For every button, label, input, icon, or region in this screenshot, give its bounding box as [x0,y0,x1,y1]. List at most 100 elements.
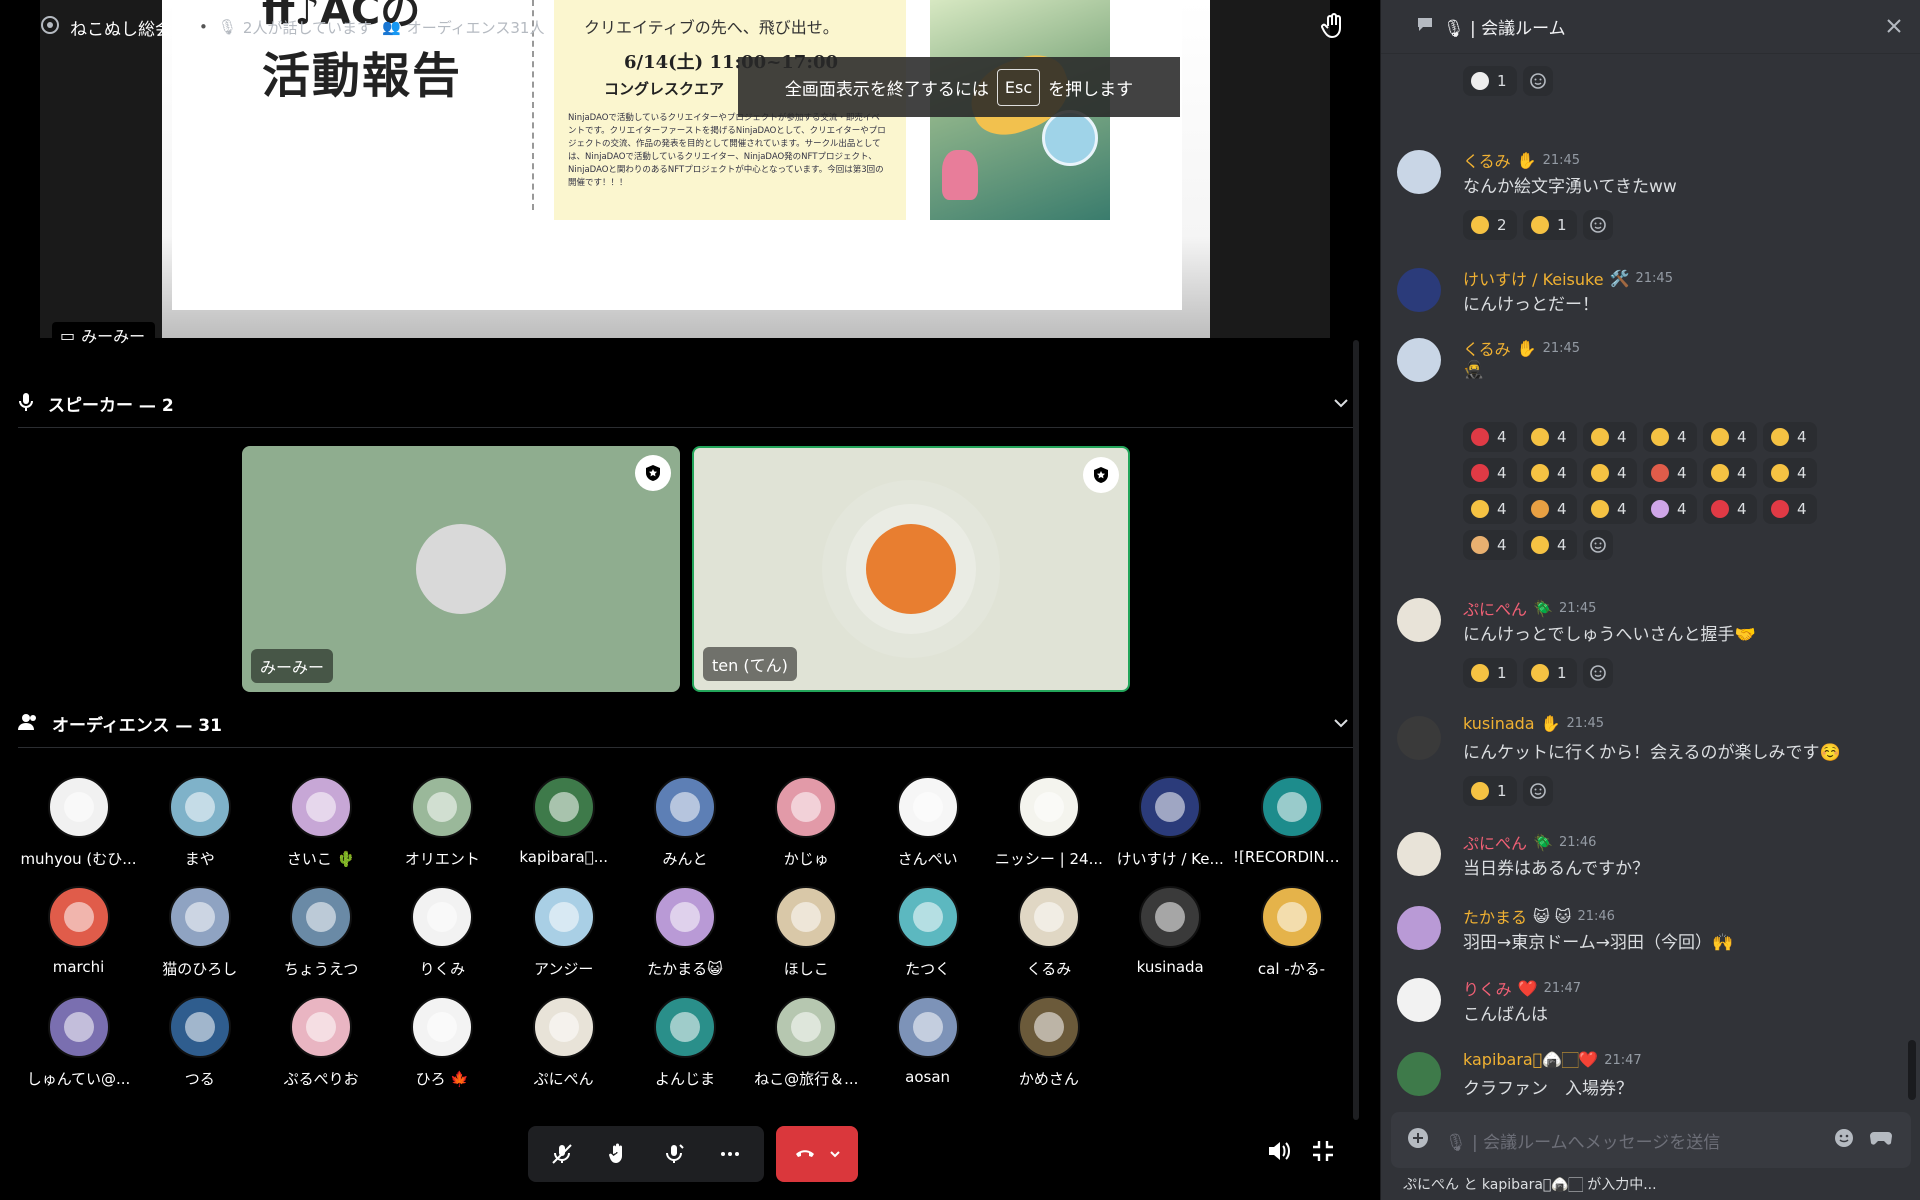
chat-scrollbar[interactable] [1908,1040,1916,1100]
screen-share[interactable]: ff♪ACの 活動報告 クリエイティブの先へ、飛び出せ。 6/14(土) 11:… [40,0,1330,338]
reaction-button[interactable]: 4 [1703,458,1757,488]
audience-member[interactable]: 猫のひろし [139,886,260,979]
audience-member[interactable]: marchi [18,886,139,976]
user-avatar[interactable] [1397,978,1441,1022]
audience-section-header[interactable]: オーディエンス — 31 [18,700,1358,748]
user-avatar[interactable] [1397,832,1441,876]
reaction-button[interactable]: 4 [1463,422,1517,452]
audience-member[interactable]: かめさん [988,996,1109,1089]
audience-member[interactable]: みんと [625,776,746,869]
username[interactable]: けいすけ / Keisuke [1463,266,1604,290]
emoji-picker-icon[interactable] [1833,1127,1855,1153]
volume-icon[interactable] [1266,1138,1292,1168]
close-icon[interactable] [1884,16,1904,41]
audience-member[interactable]: まや [139,776,260,869]
username[interactable]: たかまる [1463,904,1527,928]
leave-call-button[interactable] [776,1126,858,1182]
audience-member[interactable]: ぷるぺりお [261,996,382,1089]
reaction-button[interactable]: 4 [1763,458,1817,488]
reaction-button[interactable]: 4 [1523,422,1577,452]
reaction-button[interactable]: 4 [1703,422,1757,452]
user-avatar[interactable] [1397,598,1441,642]
audience-member[interactable]: kusinada [1110,886,1231,976]
reaction-button[interactable]: 1 [1523,658,1577,688]
user-avatar[interactable] [1397,906,1441,950]
reaction-button[interactable]: 1 [1463,66,1517,96]
chevron-down-icon[interactable] [1332,714,1350,736]
username[interactable]: ぷにぺん [1463,596,1527,620]
speaker-tile[interactable]: ten (てん) [692,446,1130,692]
username[interactable]: りくみ [1463,976,1512,1000]
audience-member[interactable]: ニッシー | 24... [988,776,1109,869]
message-input[interactable]: 🎙 | 会議ルームへメッセージを送信 [1391,1112,1911,1168]
speaker-tile[interactable]: みーみー [242,446,680,692]
reaction-button[interactable]: 4 [1463,458,1517,488]
reaction-button[interactable]: 4 [1523,458,1577,488]
username[interactable]: kusinada [1463,714,1535,733]
add-reaction-icon[interactable] [1583,530,1613,560]
gamepad-icon[interactable] [1869,1127,1893,1153]
audience-member[interactable]: ![RECORDING... [1231,776,1352,866]
audience-member[interactable]: ねこ@旅行＆... [746,996,867,1089]
audience-member[interactable]: けいすけ / Ke... [1110,776,1231,869]
reaction-button[interactable]: 4 [1763,494,1817,524]
user-avatar[interactable] [1397,150,1441,194]
reaction-button[interactable]: 4 [1703,494,1757,524]
audience-member[interactable]: オリエント [382,776,503,869]
reaction-button[interactable]: 1 [1523,210,1577,240]
reaction-button[interactable]: 1 [1463,776,1517,806]
raise-hand-icon[interactable] [1320,12,1348,44]
audience-member[interactable]: かじゅ [746,776,867,869]
exit-fullscreen-icon[interactable] [1310,1138,1336,1168]
reaction-button[interactable]: 4 [1643,422,1697,452]
stage-scrollbar[interactable] [1353,340,1359,1120]
user-avatar[interactable] [1397,268,1441,312]
audience-member[interactable]: muhyou (むひ... [18,776,139,869]
add-attachment-icon[interactable] [1407,1127,1429,1153]
reaction-button[interactable]: 4 [1463,494,1517,524]
audience-member[interactable]: cal -かる- [1231,886,1352,979]
audience-member[interactable]: つる [139,996,260,1089]
reaction-button[interactable]: 4 [1583,458,1637,488]
reaction-button[interactable]: 4 [1583,494,1637,524]
audience-member[interactable]: aosan [867,996,988,1086]
audience-member[interactable]: ほしこ [746,886,867,979]
audience-member[interactable]: アンジー [503,886,624,979]
add-reaction-icon[interactable] [1583,210,1613,240]
username[interactable]: ぷにぺん [1463,830,1527,854]
add-reaction-icon[interactable] [1523,66,1553,96]
raise-hand-button[interactable] [592,1130,644,1178]
audience-member[interactable]: ひろ 🍁 [382,996,503,1089]
audience-member[interactable]: よんじま [625,996,746,1089]
reaction-button[interactable]: 2 [1463,210,1517,240]
username[interactable]: kapibara🏻🍙🏻❤️ [1463,1050,1598,1070]
add-reaction-icon[interactable] [1583,658,1613,688]
audience-member[interactable]: しゅんてい@... [18,996,139,1089]
speakers-section-header[interactable]: スピーカー — 2 [18,380,1358,428]
reaction-button[interactable]: 4 [1583,422,1637,452]
more-options-icon[interactable] [704,1130,756,1178]
reaction-button[interactable]: 4 [1643,458,1697,488]
audience-member[interactable]: ちょうえつ [261,886,382,979]
audience-member[interactable]: さんぺい [867,776,988,869]
audience-member[interactable]: ぷにぺん [503,996,624,1089]
audience-member[interactable]: りくみ [382,886,503,979]
username[interactable]: くるみ [1463,336,1511,360]
reaction-button[interactable]: 4 [1763,422,1817,452]
mute-mic-button[interactable] [536,1130,588,1178]
reaction-button[interactable]: 4 [1643,494,1697,524]
audience-member[interactable]: たつく [867,886,988,979]
reaction-button[interactable]: 4 [1523,494,1577,524]
audience-member[interactable]: さいこ 🌵 [261,776,382,869]
user-avatar[interactable] [1397,716,1441,760]
audience-member[interactable]: たかまる😺 [625,886,746,979]
audience-member[interactable]: kapibara🏻... [503,776,624,866]
add-reaction-icon[interactable] [1523,776,1553,806]
request-speak-button[interactable] [648,1130,700,1178]
chevron-down-icon[interactable] [1332,394,1350,416]
reaction-button[interactable]: 1 [1463,658,1517,688]
user-avatar[interactable] [1397,1052,1441,1096]
username[interactable]: くるみ [1463,148,1511,172]
reaction-button[interactable]: 4 [1523,530,1577,560]
reaction-button[interactable]: 4 [1463,530,1517,560]
